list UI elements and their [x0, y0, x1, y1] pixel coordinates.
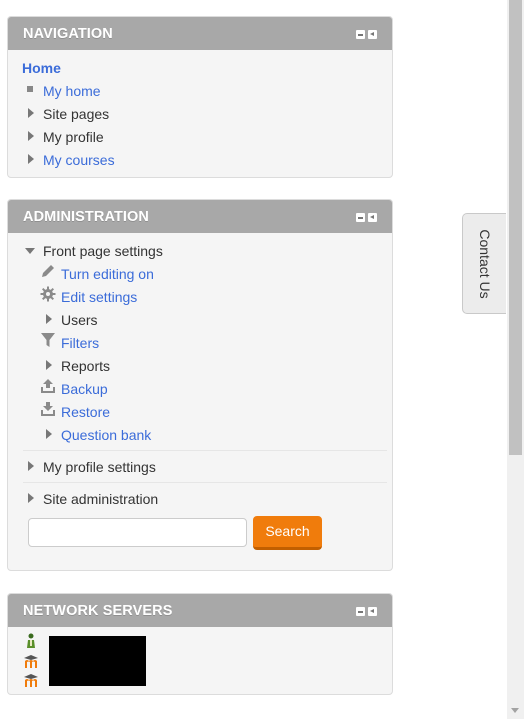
edit-settings-link[interactable]: Edit settings [61, 287, 137, 307]
backup-link[interactable]: Backup [61, 379, 108, 399]
redacted-server-names [49, 636, 146, 686]
hide-block-icon[interactable] [356, 213, 365, 222]
network-servers-block: NETWORK SERVERS [7, 593, 393, 695]
admin-search-input[interactable] [28, 518, 247, 547]
filter-icon [41, 333, 55, 347]
dock-block-icon[interactable] [368, 30, 377, 39]
expand-arrow-icon[interactable] [28, 154, 34, 164]
expand-arrow-icon[interactable] [28, 108, 34, 118]
question-bank-link[interactable]: Question bank [61, 425, 151, 445]
upload-icon [41, 379, 55, 393]
moodle-hat-icon [24, 674, 38, 687]
expand-arrow-icon[interactable] [28, 131, 34, 141]
divider [23, 482, 387, 483]
nav-home-link[interactable]: Home [22, 58, 61, 78]
moodle-hat-icon [24, 655, 38, 668]
administration-header: ADMINISTRATION [8, 200, 392, 233]
filters-link[interactable]: Filters [61, 333, 99, 353]
pencil-icon [42, 265, 54, 277]
administration-block: ADMINISTRATION Front page settings Turn … [7, 199, 393, 571]
expand-arrow-icon[interactable] [46, 360, 52, 370]
hide-block-icon[interactable] [356, 607, 365, 616]
scrollbar-thumb[interactable] [509, 0, 522, 455]
dock-block-icon[interactable] [368, 213, 377, 222]
reports-item[interactable]: Reports [61, 356, 110, 376]
scroll-down-arrow-icon[interactable] [511, 708, 519, 713]
nav-my-home-link[interactable]: My home [43, 81, 101, 101]
navigation-controls [356, 30, 377, 39]
navigation-header: NAVIGATION [8, 17, 392, 50]
administration-title: ADMINISTRATION [23, 209, 149, 225]
network-servers-header: NETWORK SERVERS [8, 594, 392, 627]
dock-block-icon[interactable] [368, 607, 377, 616]
nav-my-profile[interactable]: My profile [43, 127, 104, 147]
download-icon [41, 402, 55, 416]
gear-icon [40, 286, 56, 302]
square-bullet-icon [27, 86, 33, 92]
turn-editing-on-link[interactable]: Turn editing on [61, 264, 154, 284]
expand-arrow-icon[interactable] [28, 461, 34, 471]
expand-arrow-icon[interactable] [28, 493, 34, 503]
expand-arrow-icon[interactable] [46, 314, 52, 324]
hide-block-icon[interactable] [356, 30, 365, 39]
front-page-settings[interactable]: Front page settings [43, 241, 163, 261]
nav-site-pages[interactable]: Site pages [43, 104, 109, 124]
navigation-title: NAVIGATION [23, 26, 113, 42]
collapse-arrow-icon[interactable] [25, 248, 35, 254]
network-servers-controls [356, 607, 377, 616]
divider [23, 450, 387, 451]
restore-link[interactable]: Restore [61, 402, 110, 422]
nav-my-courses-link[interactable]: My courses [43, 150, 115, 170]
person-server-icon [27, 633, 35, 648]
contact-us-tab[interactable]: Contact Us [462, 213, 506, 314]
vertical-scrollbar[interactable] [507, 0, 524, 719]
my-profile-settings[interactable]: My profile settings [43, 457, 156, 477]
search-button[interactable]: Search [253, 516, 322, 550]
site-administration[interactable]: Site administration [43, 489, 158, 509]
users-item[interactable]: Users [61, 310, 98, 330]
expand-arrow-icon[interactable] [46, 429, 52, 439]
network-servers-title: NETWORK SERVERS [23, 603, 173, 619]
contact-us-label: Contact Us [477, 229, 493, 299]
navigation-block: NAVIGATION Home My home Site pages My pr… [7, 16, 393, 178]
administration-controls [356, 213, 377, 222]
